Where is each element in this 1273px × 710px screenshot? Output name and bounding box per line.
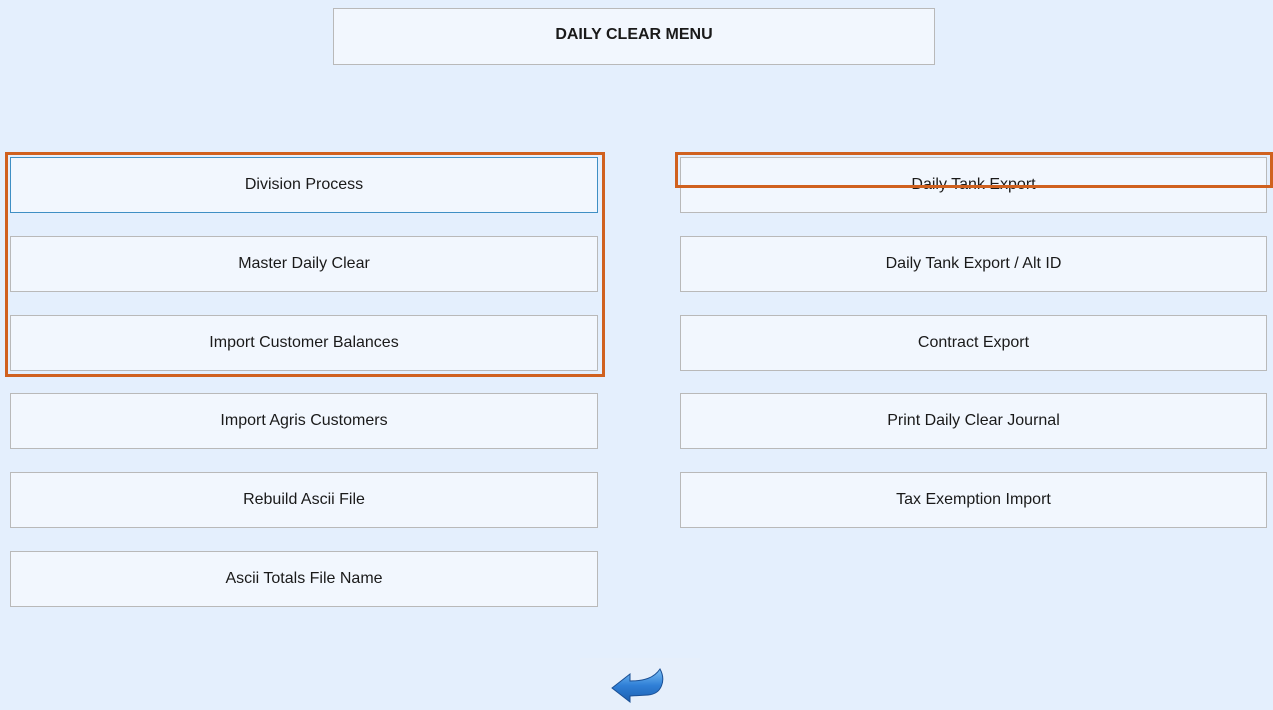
import-agris-customers-button[interactable]: Import Agris Customers <box>10 393 598 449</box>
daily-tank-export-button[interactable]: Daily Tank Export <box>680 157 1267 213</box>
rebuild-ascii-file-button[interactable]: Rebuild Ascii File <box>10 472 598 528</box>
back-arrow-icon <box>611 668 664 704</box>
import-customer-balances-button[interactable]: Import Customer Balances <box>10 315 598 371</box>
tax-exemption-import-button[interactable]: Tax Exemption Import <box>680 472 1267 528</box>
contract-export-button[interactable]: Contract Export <box>680 315 1267 371</box>
master-daily-clear-button[interactable]: Master Daily Clear <box>10 236 598 292</box>
ascii-totals-file-name-button[interactable]: Ascii Totals File Name <box>10 551 598 607</box>
daily-tank-export-alt-id-button[interactable]: Daily Tank Export / Alt ID <box>680 236 1267 292</box>
print-daily-clear-journal-button[interactable]: Print Daily Clear Journal <box>680 393 1267 449</box>
back-button[interactable] <box>580 658 700 710</box>
page-title: DAILY CLEAR MENU <box>333 8 935 65</box>
division-process-button[interactable]: Division Process <box>10 157 598 213</box>
